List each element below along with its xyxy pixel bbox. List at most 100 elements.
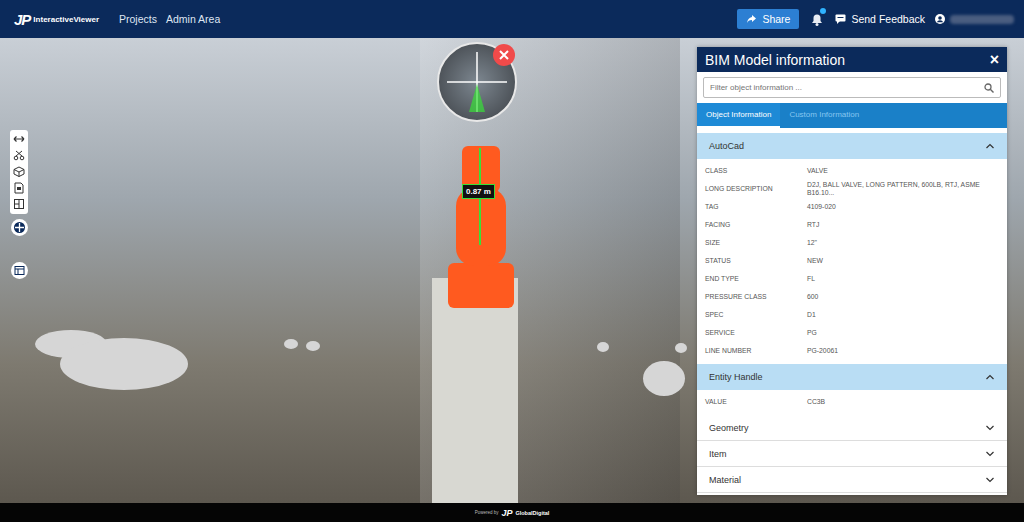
tab-bar: Object Information Custom Information xyxy=(697,103,1007,128)
section-header[interactable]: Entity Handle xyxy=(697,364,1007,390)
property-label: FACING xyxy=(705,221,807,229)
tool-bar xyxy=(10,130,28,214)
chevron-down-icon xyxy=(985,475,995,484)
close-button[interactable]: × xyxy=(990,52,999,68)
layout-icon[interactable] xyxy=(13,198,25,210)
property-label: LONG DESCRIPTION xyxy=(705,185,807,193)
panel-body: AutoCadCLASSVALVELONG DESCRIPTIOND2J, BA… xyxy=(697,128,1007,495)
property-label: SIZE xyxy=(705,239,807,247)
property-row: STATUSNEW xyxy=(697,252,1007,270)
property-value: 12" xyxy=(807,239,999,247)
property-value: FL xyxy=(807,275,999,283)
property-list: VALUECC3B xyxy=(697,390,1007,415)
property-row: END TYPEFL xyxy=(697,270,1007,288)
chevron-up-icon xyxy=(985,142,995,151)
share-icon xyxy=(746,14,757,24)
scissors-icon[interactable] xyxy=(13,150,25,162)
filter-input[interactable] xyxy=(710,83,984,92)
chevron-up-icon xyxy=(985,373,995,382)
section-title: Entity Handle xyxy=(709,372,763,382)
share-button[interactable]: Share xyxy=(737,9,799,29)
property-label: LINE NUMBER xyxy=(705,347,807,355)
property-label: SPEC xyxy=(705,311,807,319)
property-value: NEW xyxy=(807,257,999,265)
property-row: SPECD1 xyxy=(697,306,1007,324)
privacy-mask xyxy=(675,343,687,353)
user-icon xyxy=(935,14,945,24)
property-value: CC3B xyxy=(807,398,999,406)
property-value: PG-20061 xyxy=(807,347,999,355)
footer: Powered byJPGlobalDigital xyxy=(0,503,1024,522)
panel-toggle-button[interactable] xyxy=(11,262,28,279)
close-icon[interactable] xyxy=(493,44,515,66)
measure-icon[interactable] xyxy=(13,134,25,146)
section-header[interactable]: Item xyxy=(697,441,1007,467)
section-header[interactable]: Geometry xyxy=(697,415,1007,441)
property-value: D2J, BALL VALVE, LONG PATTERN, 600LB, RT… xyxy=(807,181,999,197)
section-title: Geometry xyxy=(709,423,749,433)
property-value: 4109-020 xyxy=(807,203,999,211)
highlighted-valve-body xyxy=(456,188,506,266)
document-icon[interactable] xyxy=(13,182,25,194)
property-value: VALVE xyxy=(807,167,999,175)
property-label: TAG xyxy=(705,203,807,211)
table-icon xyxy=(14,265,25,276)
property-row: PRESSURE CLASS600 xyxy=(697,288,1007,306)
property-label: END TYPE xyxy=(705,275,807,283)
feedback-button[interactable]: Send Feedback xyxy=(835,13,925,25)
section-header[interactable]: Material xyxy=(697,467,1007,493)
property-row: LONG DESCRIPTIOND2J, BALL VALVE, LONG PA… xyxy=(697,180,1007,198)
section-title: Material xyxy=(709,475,741,485)
tab[interactable]: Object Information xyxy=(697,103,780,128)
cube-icon[interactable] xyxy=(13,166,25,178)
chevron-down-icon xyxy=(985,423,995,432)
property-value: RTJ xyxy=(807,221,999,229)
section-header[interactable]: AutoCad xyxy=(697,133,1007,159)
section-title: Item xyxy=(709,449,727,459)
privacy-mask xyxy=(597,342,609,352)
user-name-blurred xyxy=(950,15,1014,24)
powered-by: Powered by xyxy=(475,510,499,515)
logo-mark: JP xyxy=(14,11,30,28)
nav-link[interactable]: Projects xyxy=(119,13,157,25)
property-label: PRESSURE CLASS xyxy=(705,293,807,301)
notifications-button[interactable] xyxy=(809,11,825,27)
highlighted-valve[interactable] xyxy=(448,263,514,308)
move-icon xyxy=(13,221,26,234)
nav-link[interactable]: Admin Area xyxy=(166,13,220,25)
footer-logo-mark: JP xyxy=(501,508,512,518)
notification-dot xyxy=(820,8,826,14)
property-row: VALUECC3B xyxy=(697,393,1007,411)
property-value: D1 xyxy=(807,311,999,319)
property-value: 600 xyxy=(807,293,999,301)
feedback-label: Send Feedback xyxy=(851,13,925,25)
footer-brand: GlobalDigital xyxy=(515,510,549,516)
logo[interactable]: JPInteractiveViewer xyxy=(14,11,99,28)
tab-label: Object Information xyxy=(706,110,771,119)
tab-label: Custom Information xyxy=(789,110,859,119)
user-menu[interactable] xyxy=(935,14,1014,24)
privacy-mask xyxy=(643,361,685,396)
property-label: SERVICE xyxy=(705,329,807,337)
property-row: LINE NUMBERPG-20061 xyxy=(697,342,1007,360)
panel-title: BIM Model information xyxy=(705,52,845,68)
privacy-mask xyxy=(284,339,298,349)
privacy-mask xyxy=(306,341,320,351)
search-icon xyxy=(984,83,994,93)
navigate-button[interactable] xyxy=(11,219,28,236)
property-value: PG xyxy=(807,329,999,337)
property-list: CLASSVALVELONG DESCRIPTIOND2J, BALL VALV… xyxy=(697,159,1007,364)
privacy-mask xyxy=(60,338,188,390)
property-row: TAG4109-020 xyxy=(697,198,1007,216)
property-label: STATUS xyxy=(705,257,807,265)
measurement-label: 0.87 m xyxy=(462,184,495,199)
section-title: AutoCad xyxy=(709,141,744,151)
tab[interactable]: Custom Information xyxy=(780,103,868,128)
nav: Projects Admin Area xyxy=(119,13,220,25)
search-field[interactable] xyxy=(703,77,1001,98)
logo-text: InteractiveViewer xyxy=(33,15,99,24)
property-row: CLASSVALVE xyxy=(697,162,1007,180)
share-label: Share xyxy=(762,13,790,25)
property-row: SERVICEPG xyxy=(697,324,1007,342)
panorama-viewer[interactable]: 0.87 m BIM Model information × Object Infor… xyxy=(0,38,1024,503)
